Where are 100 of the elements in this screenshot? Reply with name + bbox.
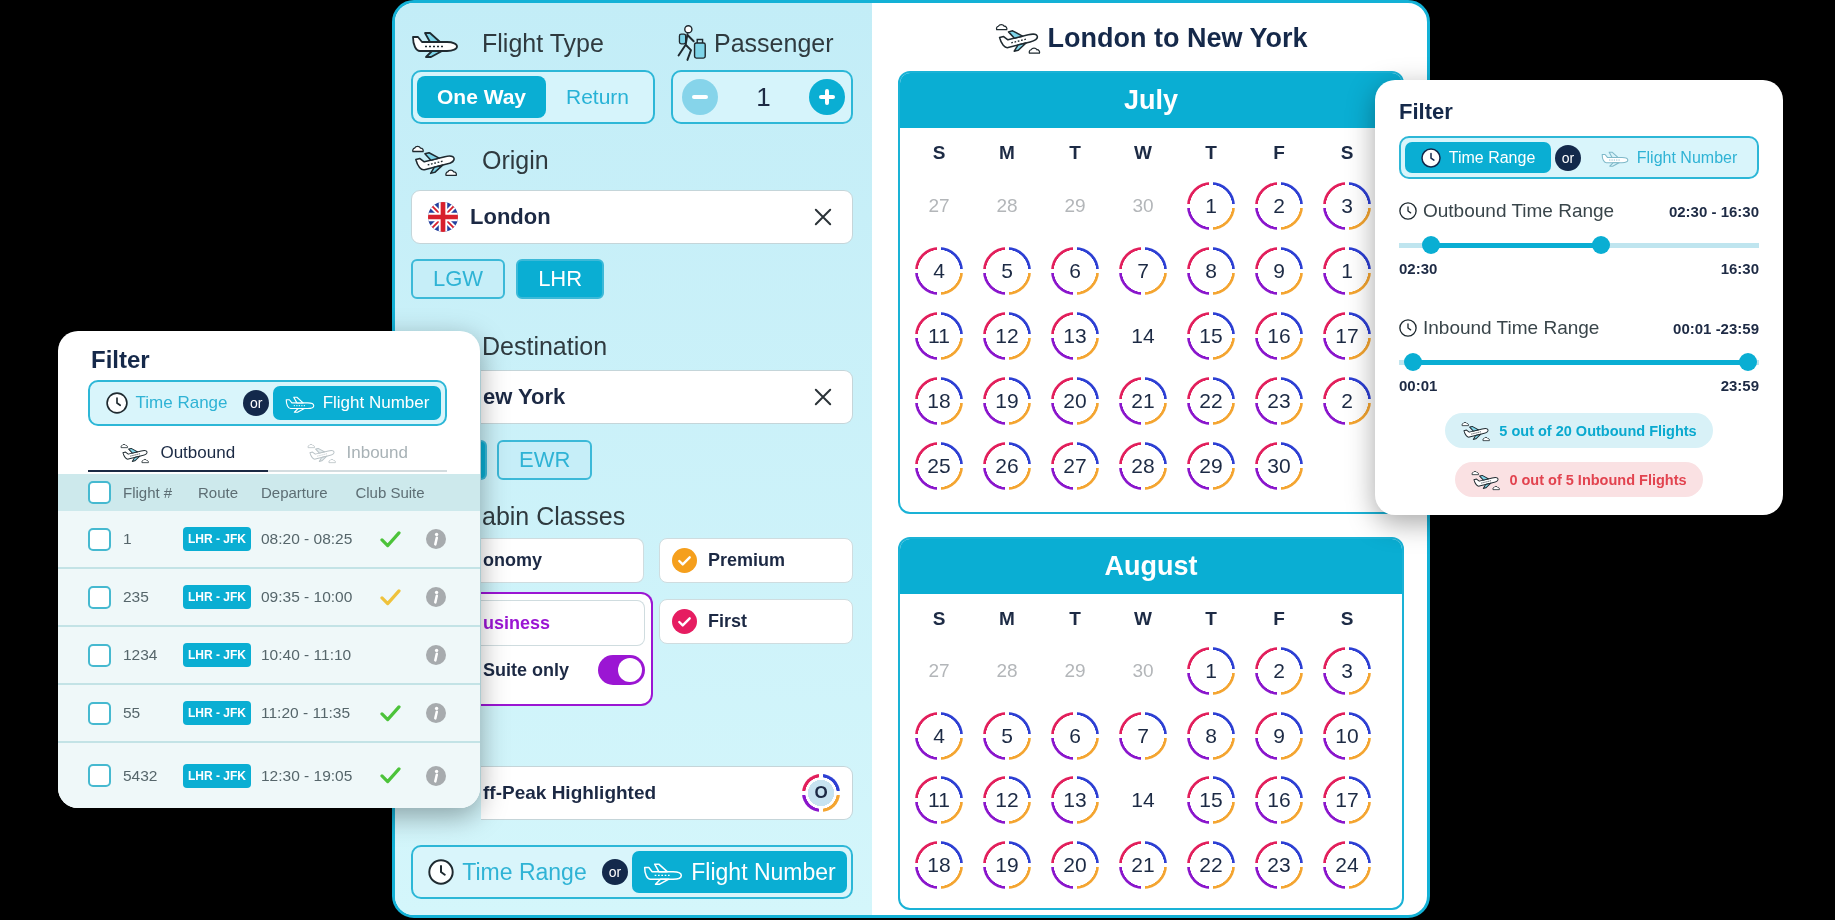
date-button[interactable]: 27 <box>1051 441 1099 490</box>
info-icon[interactable] <box>426 645 446 665</box>
date-button[interactable]: 21 <box>1119 376 1167 425</box>
date-button[interactable]: 9 <box>1255 711 1303 760</box>
date-button[interactable]: 1 <box>1323 246 1371 295</box>
select-all-checkbox[interactable] <box>88 481 111 504</box>
off-peak-option[interactable]: ff-Peak Highlighted O <box>481 766 853 820</box>
row-checkbox[interactable] <box>88 764 111 787</box>
close-icon[interactable] <box>814 208 832 226</box>
row-checkbox[interactable] <box>88 701 111 725</box>
date-button[interactable]: 1 <box>1187 181 1235 230</box>
date-button[interactable]: 2 <box>1255 647 1303 696</box>
info-icon[interactable] <box>426 529 446 549</box>
date-button[interactable]: 5 <box>983 711 1031 760</box>
slider-thumb[interactable] <box>1591 236 1610 254</box>
date-button[interactable]: 7 <box>1119 246 1167 295</box>
date-button[interactable]: 19 <box>983 840 1031 889</box>
date-button[interactable]: 13 <box>1051 776 1099 825</box>
info-icon[interactable] <box>426 587 446 607</box>
date-button[interactable]: 1 <box>1187 647 1235 696</box>
date-button[interactable]: 22 <box>1187 840 1235 889</box>
date-button[interactable]: 12 <box>983 776 1031 825</box>
date-button[interactable]: 6 <box>1051 246 1099 295</box>
close-icon[interactable] <box>814 388 832 406</box>
date-button[interactable]: 8 <box>1187 711 1235 760</box>
info-icon[interactable] <box>426 765 446 786</box>
row-checkbox[interactable] <box>88 585 111 609</box>
destination-field[interactable]: ew York <box>481 370 853 424</box>
date-button[interactable]: 20 <box>1051 376 1099 425</box>
date-button[interactable]: 12 <box>983 311 1031 360</box>
plane-clouds-icon <box>994 21 1042 55</box>
date-button[interactable]: 3 <box>1323 647 1371 696</box>
weekday-label: W <box>1134 608 1152 630</box>
row-checkbox[interactable] <box>88 527 111 551</box>
date-button[interactable]: 14 <box>1119 311 1167 360</box>
date-button[interactable]: 16 <box>1255 311 1303 360</box>
date-button[interactable]: 6 <box>1051 711 1099 760</box>
date-button[interactable]: 30 <box>1255 441 1303 490</box>
increase-button[interactable] <box>809 79 845 115</box>
section-heading: Destination <box>482 331 609 362</box>
origin-field[interactable]: London <box>411 190 853 244</box>
date-button[interactable]: 4 <box>915 711 963 760</box>
date-button[interactable]: 28 <box>1119 441 1167 490</box>
date-button[interactable]: 15 <box>1187 311 1235 360</box>
passenger-count: 1 <box>756 81 771 113</box>
cabin-class-option[interactable]: onomy <box>481 538 644 583</box>
date-button[interactable]: 24 <box>1323 840 1371 889</box>
date-button[interactable]: 10 <box>1323 711 1371 760</box>
date-button[interactable]: 7 <box>1119 711 1167 760</box>
route-tag: LHR - JFK <box>183 643 251 667</box>
date-button[interactable]: 26 <box>983 441 1031 490</box>
or-badge: or <box>1555 144 1582 171</box>
date-button[interactable]: 4 <box>915 246 963 295</box>
date-button[interactable]: 2 <box>1323 376 1371 425</box>
section-heading: Passenger <box>714 28 834 58</box>
range-start-label: 00:01 <box>1399 376 1438 394</box>
weekday-label: M <box>999 142 1015 164</box>
slider-thumb[interactable] <box>1404 353 1423 371</box>
date-button[interactable]: 16 <box>1255 776 1303 825</box>
clock-icon <box>428 859 455 885</box>
date-button[interactable]: 5 <box>983 246 1031 295</box>
date-button[interactable]: 23 <box>1255 376 1303 425</box>
column-header: Route <box>198 484 238 501</box>
date-button[interactable]: 21 <box>1119 840 1167 889</box>
suite-only-toggle[interactable] <box>598 655 645 685</box>
date-button[interactable]: 11 <box>915 776 963 825</box>
flight-number: 55 <box>123 704 142 722</box>
range-end-label: 16:30 <box>1720 259 1759 277</box>
date-button[interactable]: 9 <box>1255 246 1303 295</box>
date-button[interactable]: 29 <box>1187 441 1235 490</box>
column-header: Flight # <box>123 484 174 501</box>
date-button[interactable]: 13 <box>1051 311 1099 360</box>
date-button[interactable]: 15 <box>1187 776 1235 825</box>
date-button[interactable]: 14 <box>1119 776 1167 825</box>
route-tag: LHR - JFK <box>183 527 251 551</box>
date-button[interactable]: 23 <box>1255 840 1303 889</box>
weekday-label: F <box>1273 142 1285 164</box>
date-button[interactable]: 25 <box>915 441 963 490</box>
date-button[interactable]: 22 <box>1187 376 1235 425</box>
date-button[interactable]: 17 <box>1323 311 1371 360</box>
date-button[interactable]: 20 <box>1051 840 1099 889</box>
slider-thumb[interactable] <box>1422 236 1441 254</box>
cabin-class-option[interactable]: usiness <box>481 600 645 646</box>
info-icon[interactable] <box>426 703 446 723</box>
date-button[interactable]: 17 <box>1323 776 1371 825</box>
cabin-class-option[interactable]: Premium <box>659 538 853 583</box>
row-checkbox[interactable] <box>88 643 111 667</box>
direction-tab[interactable]: Outbound <box>88 436 268 472</box>
date-button[interactable]: 18 <box>915 840 963 889</box>
date-button[interactable]: 2 <box>1255 181 1303 230</box>
route-tag: LHR - JFK <box>183 585 251 609</box>
date-button[interactable]: 19 <box>983 376 1031 425</box>
cabin-class-option[interactable]: First <box>659 599 853 644</box>
range-label: Inbound Time Range <box>1423 317 1600 339</box>
or-badge: or <box>243 390 270 416</box>
date-button[interactable]: 18 <box>915 376 963 425</box>
date-button[interactable]: 8 <box>1187 246 1235 295</box>
date-button[interactable]: 3 <box>1323 181 1371 230</box>
date-button[interactable]: 11 <box>915 311 963 360</box>
slider-thumb[interactable] <box>1739 353 1758 371</box>
